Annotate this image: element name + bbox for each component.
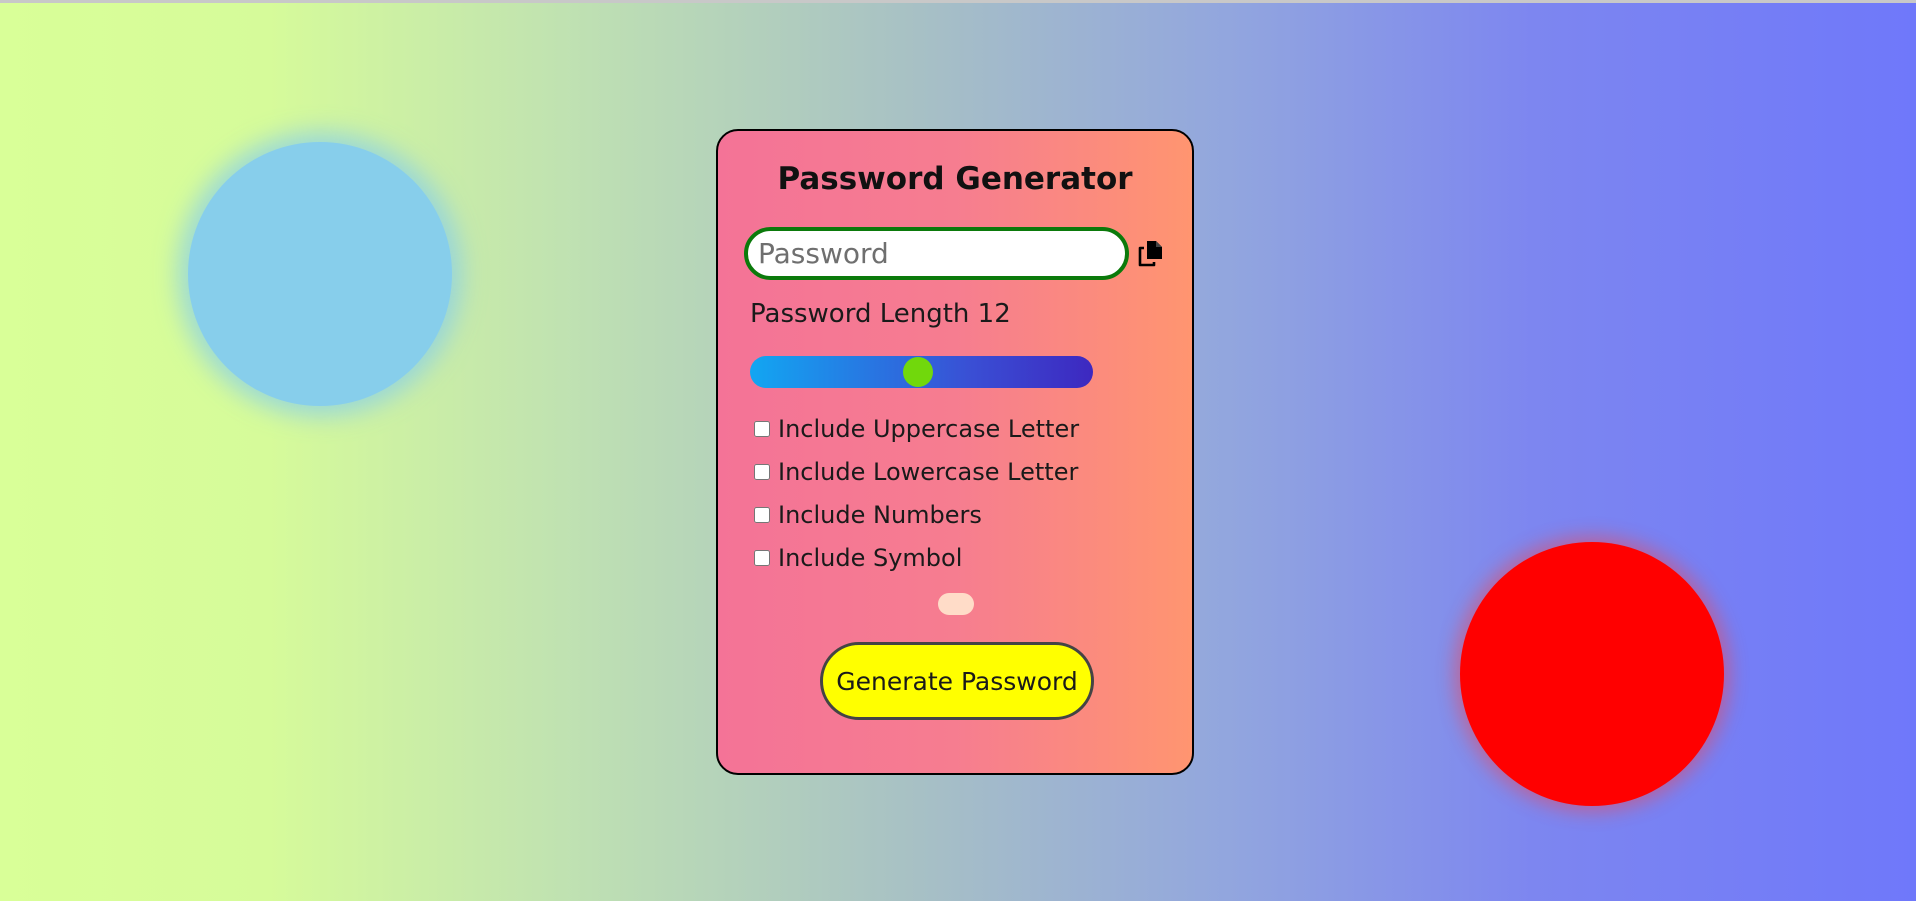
option-lowercase[interactable]: Include Lowercase Letter (754, 450, 1079, 493)
password-generator-card: Password Generator Password Length 12 In… (716, 129, 1194, 775)
lowercase-label: Include Lowercase Letter (778, 457, 1079, 486)
options-list: Include Uppercase Letter Include Lowerca… (754, 407, 1079, 579)
symbol-checkbox[interactable] (754, 549, 770, 566)
copy-button[interactable] (1136, 239, 1164, 269)
lowercase-checkbox[interactable] (754, 463, 770, 480)
password-length-value: 12 (977, 299, 1011, 329)
decorative-red-circle (1460, 542, 1724, 806)
copy-icon (1138, 241, 1162, 267)
password-length-row: Password Length 12 (750, 299, 1011, 329)
password-output-field[interactable] (744, 227, 1129, 280)
uppercase-label: Include Uppercase Letter (778, 414, 1080, 443)
top-border-line (0, 0, 1916, 3)
numbers-label: Include Numbers (778, 500, 982, 529)
password-length-label: Password Length (750, 299, 970, 329)
decorative-blue-circle (188, 142, 452, 406)
strength-indicator (938, 593, 974, 615)
generate-password-button[interactable]: Generate Password (820, 642, 1094, 720)
option-numbers[interactable]: Include Numbers (754, 493, 1079, 536)
uppercase-checkbox[interactable] (754, 420, 770, 437)
option-uppercase[interactable]: Include Uppercase Letter (754, 407, 1079, 450)
symbol-label: Include Symbol (778, 543, 963, 572)
numbers-checkbox[interactable] (754, 506, 770, 523)
password-length-slider[interactable] (750, 356, 1093, 388)
app-title: Password Generator (777, 161, 1133, 197)
option-symbol[interactable]: Include Symbol (754, 536, 1079, 579)
slider-thumb[interactable] (903, 357, 934, 387)
